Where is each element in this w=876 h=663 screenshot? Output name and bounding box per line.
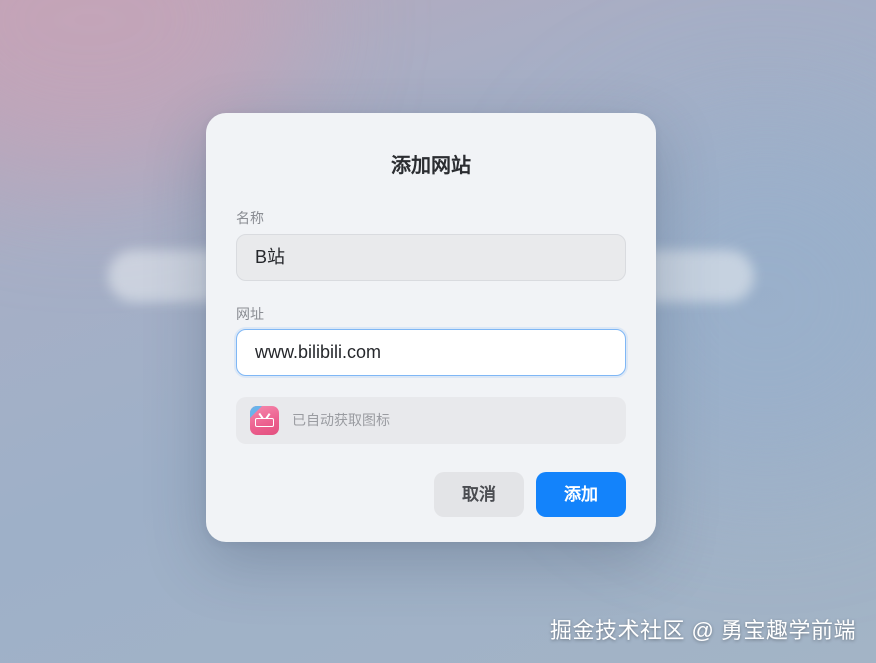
name-input[interactable]: B站 — [236, 234, 626, 281]
name-label: 名称 — [236, 210, 264, 226]
favicon-tv-shape — [255, 418, 274, 427]
url-label: 网址 — [236, 306, 264, 322]
dialog-title: 添加网站 — [391, 155, 471, 177]
blurred-background: 添加网站 名称 B站 网址 www.bilibili.com 已自动获取图标 取… — [0, 0, 876, 663]
add-button[interactable]: 添加 — [536, 472, 626, 517]
icon-status-text: 已自动获取图标 — [292, 412, 390, 428]
url-input[interactable]: www.bilibili.com — [236, 329, 626, 376]
cancel-button[interactable]: 取消 — [434, 472, 524, 517]
add-website-dialog: 添加网站 名称 B站 网址 www.bilibili.com 已自动获取图标 取… — [206, 113, 656, 542]
watermark-text: 掘金技术社区 @ 勇宝趣学前端 — [549, 618, 856, 643]
favicon-status-row: 已自动获取图标 — [236, 397, 626, 444]
bilibili-logo-icon — [250, 406, 279, 435]
